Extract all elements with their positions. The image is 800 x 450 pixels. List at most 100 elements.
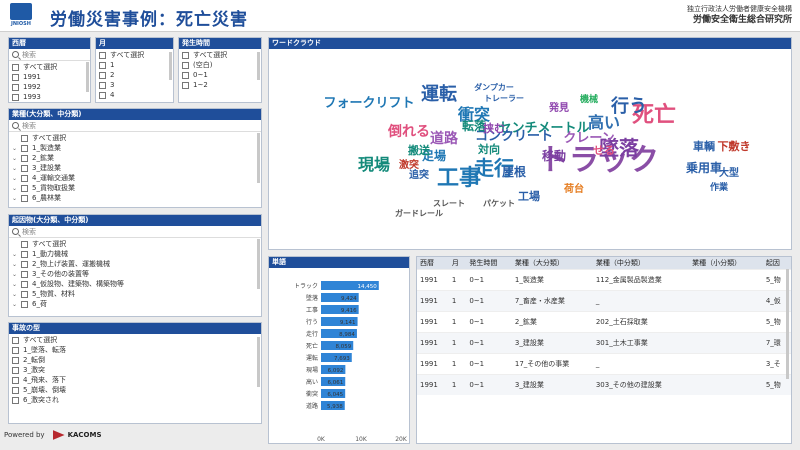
chevron-down-icon[interactable]: ⌄ <box>12 155 21 162</box>
word[interactable]: トレーラー <box>484 94 524 103</box>
chevron-down-icon[interactable]: ⌄ <box>12 261 21 268</box>
chevron-down-icon[interactable]: ⌄ <box>12 175 21 182</box>
word[interactable]: フォークリフト <box>323 96 414 111</box>
filter-item[interactable]: すべて選択 <box>182 50 258 60</box>
filter-item[interactable]: (空白) <box>182 60 258 70</box>
checkbox[interactable] <box>21 174 28 182</box>
word[interactable]: パケット <box>483 198 515 208</box>
checkbox[interactable] <box>99 51 106 59</box>
word[interactable]: 大型 <box>719 166 739 179</box>
scrollbar[interactable] <box>257 337 260 387</box>
checkbox[interactable] <box>21 300 28 308</box>
checkbox[interactable] <box>21 240 28 248</box>
word[interactable]: 車輌 <box>693 139 715 153</box>
word[interactable]: 移動 <box>542 148 566 163</box>
scrollbar[interactable] <box>786 269 789 379</box>
filter-item[interactable]: ⌄ 2_鉱業 <box>12 153 258 163</box>
filter-item[interactable]: すべて選択 <box>99 50 170 60</box>
word[interactable]: 倒れる <box>387 123 430 140</box>
checkbox[interactable] <box>99 61 106 69</box>
checkbox[interactable] <box>12 356 19 364</box>
industry-search-input[interactable]: 検索 <box>9 120 261 132</box>
checkbox[interactable] <box>12 336 19 344</box>
filter-item[interactable]: 5_崩壊、倒壊 <box>12 385 258 395</box>
filter-item[interactable]: 4 <box>99 90 170 100</box>
word[interactable]: 発見 <box>548 101 569 114</box>
filter-item[interactable]: すべて選択 <box>12 62 87 72</box>
filter-item[interactable]: 1 <box>99 60 170 70</box>
checkbox[interactable] <box>21 280 28 288</box>
column-header[interactable]: 西暦 <box>417 257 449 269</box>
checkbox[interactable] <box>21 144 28 152</box>
word[interactable]: ガードレール <box>395 208 443 218</box>
filter-item[interactable]: 2 <box>99 70 170 80</box>
checkbox[interactable] <box>12 83 19 91</box>
checkbox[interactable] <box>21 134 28 142</box>
checkbox[interactable] <box>12 386 19 394</box>
word[interactable]: せる <box>593 144 615 157</box>
column-header[interactable]: 発生時間 <box>466 257 512 269</box>
table-row[interactable]: 1991 1 0~1 2_鉱業 202_土石採取業 5_物 <box>417 310 791 332</box>
checkbox[interactable] <box>12 396 19 404</box>
filter-item[interactable]: すべて選択 <box>12 335 258 345</box>
column-header[interactable]: 業種（小分類） <box>689 257 763 269</box>
column-header[interactable]: 起因 <box>762 257 791 269</box>
table-row[interactable]: 1991 1 0~1 3_建設業 303_その他の建設業 5_物 <box>417 373 791 395</box>
checkbox[interactable] <box>12 63 19 71</box>
word[interactable]: 高い <box>588 113 620 132</box>
checkbox[interactable] <box>12 376 19 384</box>
word[interactable]: 下敷き <box>718 139 751 153</box>
checkbox[interactable] <box>182 61 189 69</box>
chevron-down-icon[interactable]: ⌄ <box>12 165 21 172</box>
word[interactable]: 運転 <box>421 83 457 105</box>
scrollbar[interactable] <box>257 52 260 80</box>
checkbox[interactable] <box>182 81 189 89</box>
checkbox[interactable] <box>21 260 28 268</box>
word[interactable]: 機械 <box>580 93 598 105</box>
table-row[interactable]: 1991 1 0~1 1_製造業 112_金属製品製造業 5_物 <box>417 268 791 290</box>
table-row[interactable]: 1991 1 0~1 17_その他の事業 _ 3_そ <box>417 352 791 374</box>
checkbox[interactable] <box>12 73 19 81</box>
column-header[interactable]: 業種（大分類） <box>511 257 593 269</box>
chevron-down-icon[interactable]: ⌄ <box>12 301 21 308</box>
filter-item[interactable]: 0~1 <box>182 70 258 80</box>
word[interactable]: 作業 <box>710 181 729 193</box>
filter-item[interactable]: ⌄ 6_荷 <box>12 299 258 309</box>
filter-item[interactable]: ⌄ 6_農林業 <box>12 193 258 203</box>
cause-search-input[interactable]: 検索 <box>9 226 261 238</box>
scrollbar[interactable] <box>169 52 172 80</box>
chevron-down-icon[interactable]: ⌄ <box>12 185 21 192</box>
filter-item[interactable]: ⌄ 3_建設業 <box>12 163 258 173</box>
filter-item[interactable]: 1992 <box>12 82 87 92</box>
filter-item[interactable]: ⌄ 4_仮設物、建築物、構築物等 <box>12 279 258 289</box>
word[interactable]: ダンプカー <box>474 82 514 92</box>
filter-item[interactable]: ⌄ 4_運輸交通業 <box>12 173 258 183</box>
checkbox[interactable] <box>99 81 106 89</box>
table-row[interactable]: 1991 1 0~1 3_建設業 301_土木工事業 7_環 <box>417 331 791 353</box>
year-search-input[interactable]: 検索 <box>9 49 90 61</box>
chevron-down-icon[interactable]: ⌄ <box>12 291 21 298</box>
word[interactable]: 乗用車 <box>686 160 722 175</box>
word[interactable]: 挟む <box>483 121 505 135</box>
checkbox[interactable] <box>182 51 189 59</box>
word[interactable]: 搬送 <box>408 143 431 157</box>
checkbox[interactable] <box>21 184 28 192</box>
checkbox[interactable] <box>12 366 19 374</box>
filter-item[interactable]: 2_転倒 <box>12 355 258 365</box>
checkbox[interactable] <box>21 290 28 298</box>
filter-item[interactable]: ⌄ 2_物上げ装置、運搬機械 <box>12 259 258 269</box>
chevron-down-icon[interactable]: ⌄ <box>12 281 21 288</box>
column-header[interactable]: 月 <box>448 257 467 269</box>
word[interactable]: 道路 <box>430 130 459 147</box>
filter-item[interactable]: 3 <box>99 80 170 90</box>
chevron-down-icon[interactable]: ⌄ <box>12 271 21 278</box>
checkbox[interactable] <box>21 154 28 162</box>
checkbox[interactable] <box>12 93 19 101</box>
word[interactable]: 対向 <box>477 142 500 156</box>
filter-item[interactable]: 1~2 <box>182 80 258 90</box>
checkbox[interactable] <box>21 250 28 258</box>
word[interactable]: 現場 <box>358 155 390 174</box>
chevron-down-icon[interactable]: ⌄ <box>12 251 21 258</box>
column-header[interactable]: 業種（中分類） <box>592 257 690 269</box>
filter-item[interactable]: 1993 <box>12 92 87 102</box>
